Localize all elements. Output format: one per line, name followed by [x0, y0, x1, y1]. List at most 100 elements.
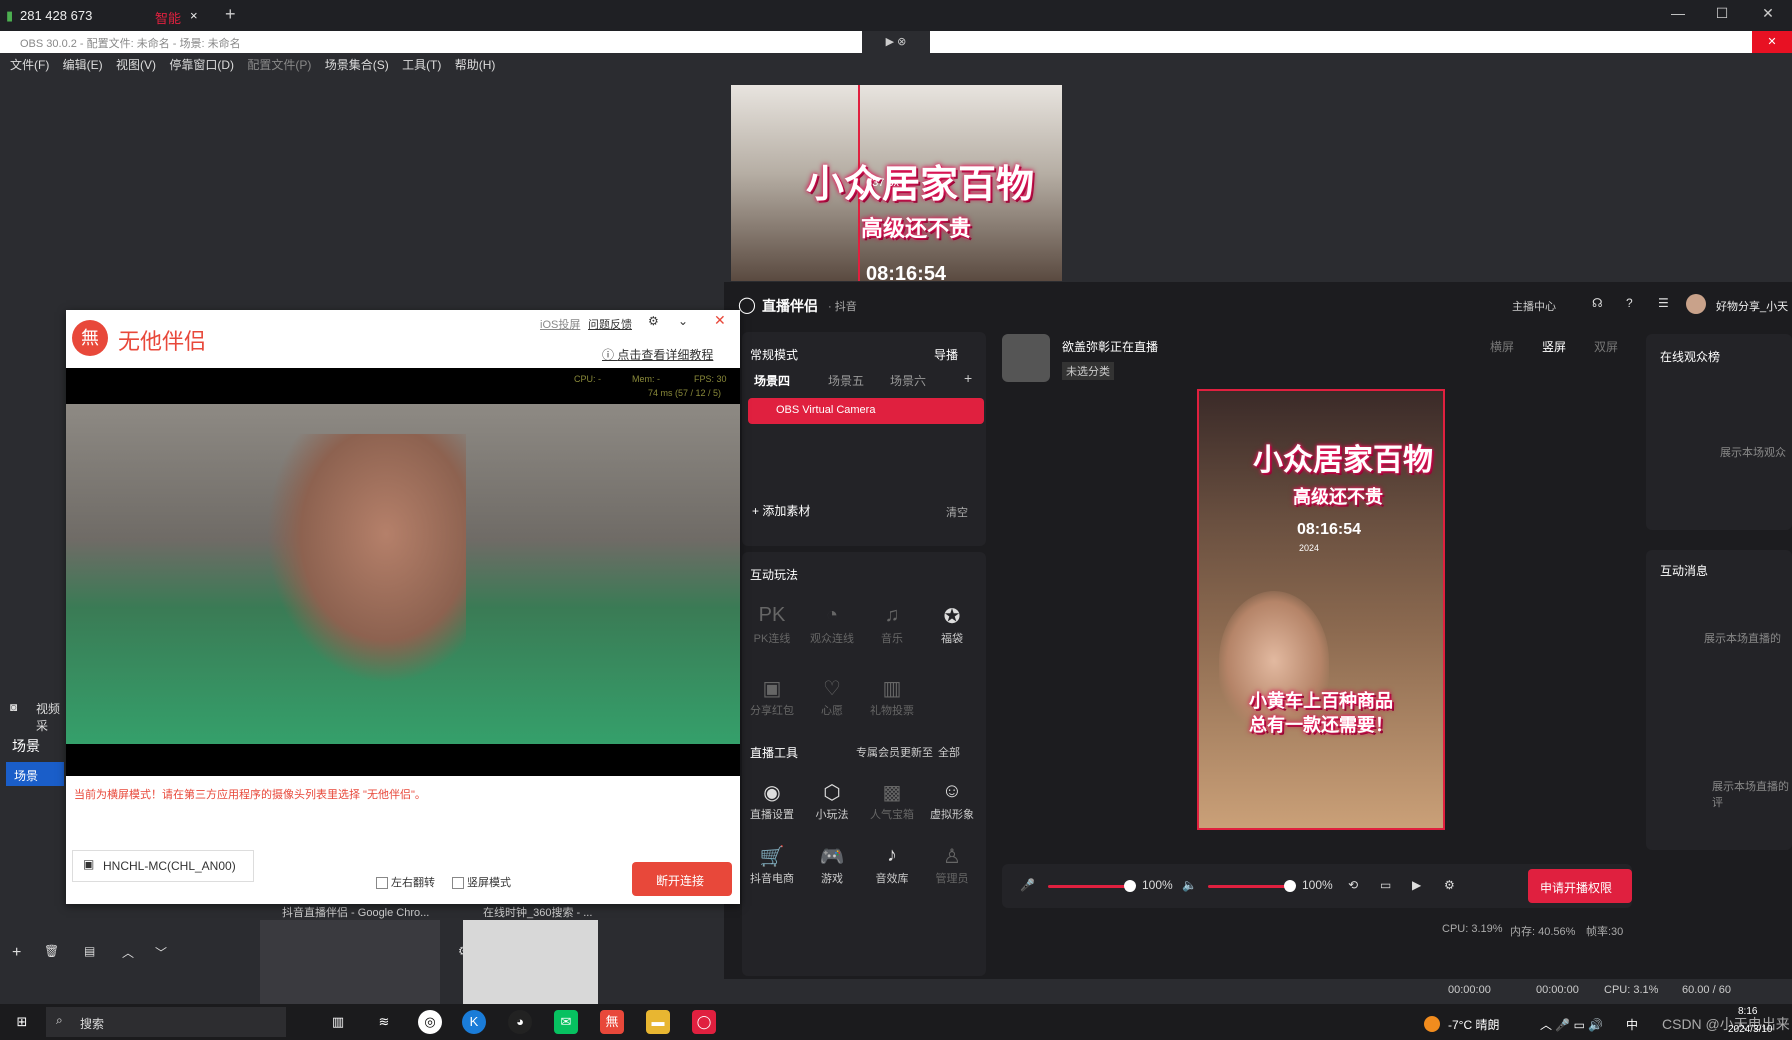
mode-dual[interactable]: 双屏	[1594, 338, 1618, 355]
clear-button[interactable]: 清空	[946, 504, 968, 520]
filter-icon[interactable]: ▤	[84, 944, 95, 958]
close-icon[interactable]: ✕	[714, 312, 726, 329]
close-icon[interactable]: ✕	[1748, 5, 1788, 27]
ios-link[interactable]: iOS投屏	[540, 316, 580, 332]
flip-checkbox[interactable]: 左右翻转	[376, 874, 435, 890]
sound-tool[interactable]: ♪ 音效库	[862, 844, 922, 886]
wechat-icon[interactable]: ✉	[554, 1010, 578, 1034]
menu-docks[interactable]: 停靠窗口(D)	[169, 53, 234, 77]
avatar[interactable]	[1686, 294, 1706, 314]
lucky-bag-tool[interactable]: ✪ 福袋	[922, 604, 982, 646]
ecommerce-tool[interactable]: 🛒 抖音电商	[742, 844, 802, 886]
app-icon[interactable]: ≋	[372, 1010, 396, 1034]
obs-icon[interactable]: ◕	[508, 1010, 532, 1034]
speaker-icon[interactable]: 🔈	[1182, 878, 1197, 892]
mode-portrait[interactable]: 竖屏	[1542, 338, 1566, 355]
disconnect-button[interactable]: 断开连接	[632, 862, 732, 896]
menu-help[interactable]: 帮助(H)	[455, 53, 496, 77]
windows-start-icon[interactable]: ⊞	[10, 1010, 34, 1034]
portrait-checkbox[interactable]: 竖屏模式	[452, 874, 511, 890]
close-icon[interactable]: ✕	[1752, 31, 1792, 53]
menu-tools[interactable]: 工具(T)	[402, 53, 441, 77]
source-item[interactable]: OBS Virtual Camera	[748, 398, 984, 424]
rotate-icon[interactable]: ⟲	[1348, 878, 1358, 892]
scene-tab-active[interactable]: 场景四	[754, 372, 790, 389]
admin-tool[interactable]: ♙ 管理员	[922, 844, 982, 886]
avatar-tool[interactable]: ☺ 虚拟形象	[922, 780, 982, 822]
apply-button[interactable]: 申请开播权限	[1528, 869, 1632, 903]
capture-toolbar[interactable]: ▶ ⊗	[862, 31, 930, 53]
red-packet-tool[interactable]: ▣ 分享红包	[742, 676, 802, 718]
up-icon[interactable]: ︿	[122, 944, 134, 961]
scene-tab[interactable]: 场景六	[890, 372, 926, 389]
camera-icon[interactable]: ▶	[1412, 878, 1421, 892]
mic-slider-knob[interactable]	[1124, 880, 1136, 892]
feedback-link[interactable]: 问题反馈	[588, 316, 632, 332]
search-box[interactable]: ⌕ 搜索	[46, 1007, 286, 1037]
mic-icon[interactable]: 🎤	[1020, 878, 1035, 892]
down-icon[interactable]: ﹀	[155, 944, 167, 961]
checkbox[interactable]	[376, 877, 388, 890]
menu-scene-collection[interactable]: 场景集合(S)	[325, 53, 389, 77]
phone-preview[interactable]: 小众居家百物 高级还不贵 08:16:54 2024 小黄车上百种商品 总有一款…	[1197, 389, 1445, 830]
mini-game-tool[interactable]: ⬡ 小玩法	[802, 780, 862, 822]
headset-icon[interactable]: ☊	[1592, 296, 1603, 310]
add-scene-icon[interactable]: +	[964, 370, 972, 386]
pk-tool[interactable]: PK PK连线	[742, 604, 802, 646]
guide-button[interactable]: 导播	[934, 346, 958, 363]
speaker-slider-knob[interactable]	[1284, 880, 1296, 892]
close-icon[interactable]: ×	[190, 8, 198, 23]
menu-view[interactable]: 视图(V)	[116, 53, 156, 77]
mode-landscape[interactable]: 横屏	[1490, 338, 1514, 355]
gear-icon[interactable]: ⚙	[648, 314, 659, 328]
tray-icons[interactable]: ︿ 🎤 ▭ 🔊	[1540, 1016, 1603, 1033]
category-tag[interactable]: 未选分类	[1062, 362, 1114, 380]
thumb-window[interactable]	[260, 920, 440, 1004]
thumb-window[interactable]	[463, 920, 598, 1004]
ime-indicator[interactable]: 中	[1626, 1016, 1638, 1033]
add-source-button[interactable]: + 添加素材	[752, 502, 810, 519]
add-icon[interactable]: +	[12, 944, 21, 962]
tools-all-link[interactable]: 全部	[938, 744, 960, 760]
folder-icon[interactable]: ▬	[646, 1010, 670, 1034]
menu-icon[interactable]: ☰	[1658, 296, 1669, 310]
disconnect-label: 断开连接	[656, 874, 705, 888]
speaker-slider[interactable]	[1208, 885, 1288, 888]
gear-icon[interactable]: ⚙	[1444, 878, 1455, 892]
gift-vote-tool[interactable]: ▥ 礼物投票	[862, 676, 922, 718]
menu-edit[interactable]: 编辑(E)	[63, 53, 103, 77]
browser-tab[interactable]: ▮ 281 428 673 智能 ×	[0, 0, 210, 31]
menu-file[interactable]: 文件(F)	[10, 53, 49, 77]
maximize-icon[interactable]: ☐	[1702, 5, 1742, 27]
music-tool[interactable]: ♫ 音乐	[862, 604, 922, 646]
phone-time: 08:16:54	[1297, 521, 1362, 538]
tutorial-link[interactable]: ⓘ 点击查看详细教程	[602, 346, 713, 363]
task-view-icon[interactable]: ▥	[326, 1010, 350, 1034]
treasure-tool[interactable]: ▩ 人气宝箱	[862, 780, 922, 822]
menu-profile[interactable]: 配置文件(P)	[247, 53, 311, 77]
anchor-center-link[interactable]: 主播中心	[1512, 298, 1556, 314]
streamer-avatar[interactable]	[1002, 334, 1050, 382]
chevron-down-icon[interactable]: ⌄	[678, 314, 688, 328]
help-icon[interactable]: ?	[1626, 296, 1633, 310]
scene-tab[interactable]: 场景五	[828, 372, 864, 389]
audience-link-tool[interactable]: ◔ 观众连线	[802, 604, 862, 646]
mode-select[interactable]: 常规模式	[750, 346, 798, 363]
trash-icon[interactable]: 🗑	[44, 944, 59, 958]
live-companion-icon[interactable]: ◯	[692, 1010, 716, 1034]
screen-icon[interactable]: ▭	[1380, 878, 1391, 892]
live-settings-tool[interactable]: ◉ 直播设置	[742, 780, 802, 822]
wuta-icon[interactable]: 無	[600, 1010, 624, 1034]
wish-tool[interactable]: ♡ 心愿	[802, 676, 862, 718]
game-tool[interactable]: 🎮 游戏	[802, 844, 862, 886]
device-select[interactable]: ▣ HNCHL-MC(CHL_AN00)	[72, 850, 254, 882]
chrome-icon[interactable]: ◎	[418, 1010, 442, 1034]
obs-preview[interactable]: 小众居家百物 高级还不贵 637 px 08:16:54	[731, 85, 1062, 285]
app-k-icon[interactable]: K	[462, 1010, 486, 1034]
mic-slider[interactable]	[1048, 885, 1128, 888]
tool-label: PK连线	[753, 633, 791, 645]
checkbox[interactable]	[452, 877, 464, 890]
scene-item[interactable]: 场景	[6, 762, 64, 786]
new-tab-button[interactable]: +	[225, 4, 236, 25]
minimize-icon[interactable]: —	[1658, 5, 1698, 27]
